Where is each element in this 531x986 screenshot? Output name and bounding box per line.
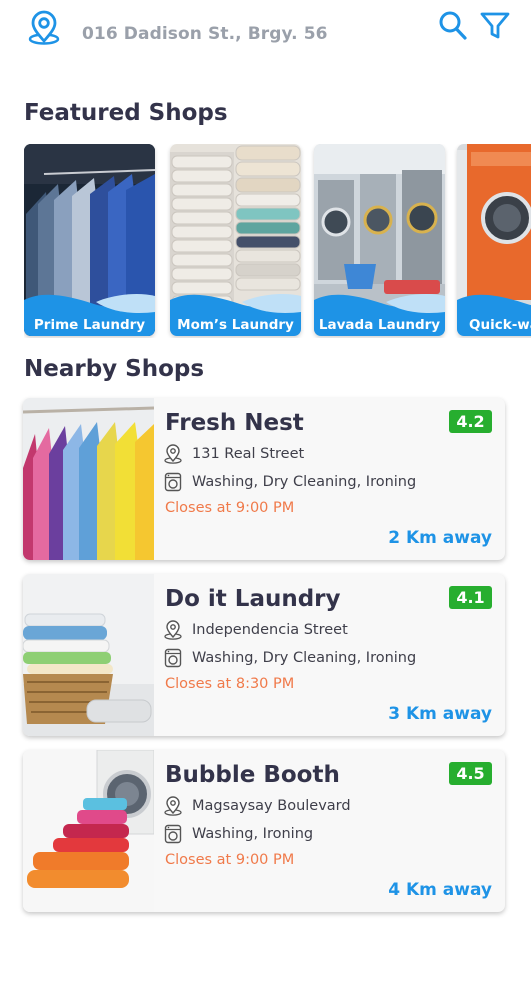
shop-name: Do it Laundry [165, 586, 341, 612]
closing-time: Closes at 9:00 PM [165, 852, 295, 868]
shop-address: Magsaysay Boulevard [192, 798, 351, 814]
location-pin-icon [164, 444, 182, 464]
filter-funnel-icon[interactable] [479, 10, 511, 42]
closing-time: Closes at 8:30 PM [165, 676, 295, 692]
shop-services: Washing, Dry Cleaning, Ironing [192, 474, 417, 490]
location-pin-icon [164, 796, 182, 816]
distance-label: 2 Km away [388, 528, 492, 548]
featured-shop-name: Quick-wa [469, 317, 531, 333]
washing-machine-icon [164, 472, 182, 492]
shop-services: Washing, Dry Cleaning, Ironing [192, 650, 417, 666]
rating-badge: 4.2 [449, 410, 492, 433]
rating-badge: 4.1 [449, 586, 492, 609]
search-icon[interactable] [438, 10, 468, 42]
distance-label: 3 Km away [388, 704, 492, 724]
closing-time: Closes at 9:00 PM [165, 500, 295, 516]
featured-shop-name: Mom’s Laundry [177, 317, 294, 333]
featured-card-prime-laundry[interactable]: Prime Laundry [24, 144, 155, 336]
shop-services-row: Washing, Dry Cleaning, Ironing [164, 471, 416, 493]
shop-services: Washing, Ironing [192, 826, 314, 842]
distance-label: 4 Km away [388, 880, 492, 900]
shop-address-row: Independencia Street [164, 619, 348, 641]
featured-card-quick-wash[interactable]: Quick-wa [457, 144, 531, 336]
shop-address-row: Magsaysay Boulevard [164, 795, 351, 817]
washing-machine-icon [164, 824, 182, 844]
nearby-shop-card-do-it-laundry[interactable]: Do it Laundry 4.1 Independencia Street W… [23, 574, 505, 736]
shop-address: 131 Real Street [192, 446, 305, 462]
location-pin-icon [164, 620, 182, 640]
nearby-shops-heading: Nearby Shops [24, 356, 205, 382]
featured-shop-name: Prime Laundry [33, 317, 146, 333]
shop-services-row: Washing, Dry Cleaning, Ironing [164, 647, 416, 669]
shop-address: Independencia Street [192, 622, 348, 638]
featured-shop-name: Lavada Laundry [318, 317, 441, 333]
shop-image [23, 750, 154, 912]
featured-shops-carousel[interactable]: Prime Laundry Mom’s Laundry Lavada Laund… [24, 144, 531, 338]
shop-address-row: 131 Real Street [164, 443, 304, 465]
location-pin-icon[interactable] [26, 10, 62, 46]
rating-badge: 4.5 [449, 762, 492, 785]
current-address[interactable]: 016 Dadison St., Brgy. 56 [82, 24, 328, 44]
shop-image [23, 398, 154, 560]
nearby-shop-card-fresh-nest[interactable]: Fresh Nest 4.2 131 Real Street Washing, … [23, 398, 505, 560]
featured-card-lavada-laundry[interactable]: Lavada Laundry [314, 144, 445, 336]
washing-machine-icon [164, 648, 182, 668]
top-bar: 016 Dadison St., Brgy. 56 [0, 0, 531, 72]
featured-card-moms-laundry[interactable]: Mom’s Laundry [170, 144, 301, 336]
shop-services-row: Washing, Ironing [164, 823, 313, 845]
shop-name: Fresh Nest [165, 410, 304, 436]
shop-image [23, 574, 154, 736]
shop-name: Bubble Booth [165, 762, 340, 788]
nearby-shop-card-bubble-booth[interactable]: Bubble Booth 4.5 Magsaysay Boulevard Was… [23, 750, 505, 912]
featured-shops-heading: Featured Shops [24, 100, 228, 126]
